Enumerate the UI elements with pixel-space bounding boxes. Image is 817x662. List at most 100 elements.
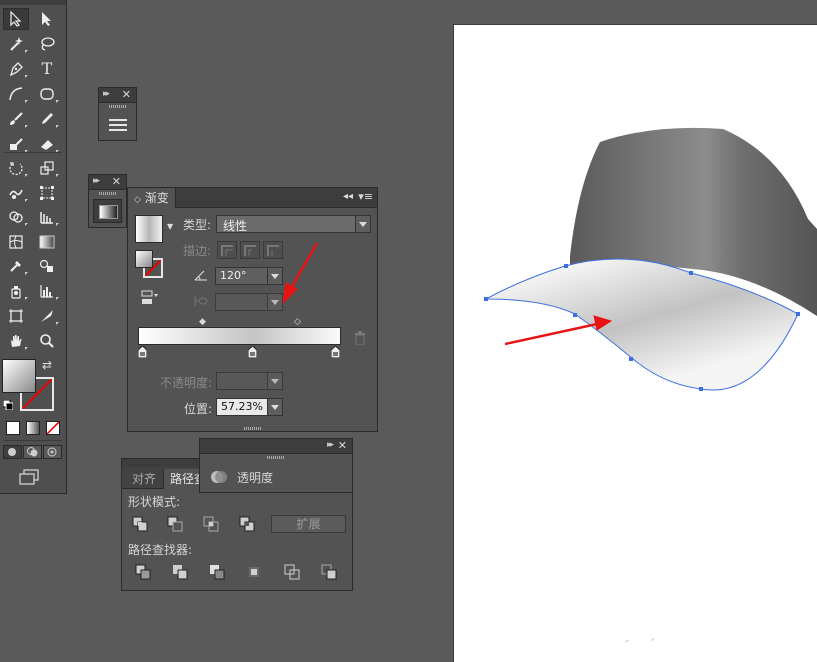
divide-icon[interactable] bbox=[135, 564, 151, 580]
swatch-dropdown-icon[interactable]: ▼ bbox=[167, 222, 173, 231]
color-mode-icon[interactable] bbox=[6, 421, 20, 435]
draw-normal-icon[interactable] bbox=[3, 445, 22, 459]
resize-grip-icon[interactable] bbox=[243, 427, 262, 430]
gradient-panel-icon[interactable] bbox=[93, 199, 122, 223]
none-mode-icon[interactable] bbox=[46, 421, 60, 435]
shape-builder-tool-icon[interactable] bbox=[3, 206, 29, 228]
midpoint-diamond-left[interactable]: ◆ bbox=[199, 317, 206, 327]
collapsed-panel: ▸▸ ✕ bbox=[98, 87, 137, 141]
transparency-icon[interactable] bbox=[210, 469, 228, 485]
free-transform-tool-icon[interactable] bbox=[34, 182, 60, 204]
expand-icon[interactable]: ▸▸ bbox=[93, 176, 100, 186]
close-icon[interactable]: ✕ bbox=[122, 88, 131, 101]
location-value: 57.23% bbox=[221, 400, 263, 413]
warp-tool-icon[interactable] bbox=[3, 182, 29, 204]
gradient-tool-icon[interactable] bbox=[34, 231, 60, 253]
fill-swatch-front[interactable] bbox=[2, 359, 36, 393]
gradient-panel: ◇ 渐变 ◂◂ ▾≡ ▼ 类型: 线性 描边: 120° ◆ ◇ 不透明度: 位… bbox=[127, 187, 378, 432]
pathfinders-label: 路径查找器: bbox=[128, 543, 193, 557]
menu-icon[interactable] bbox=[109, 118, 127, 132]
lasso-tool-icon[interactable] bbox=[34, 33, 60, 55]
outline-icon[interactable] bbox=[284, 564, 300, 580]
blend-tool-icon[interactable] bbox=[34, 255, 60, 277]
unite-icon[interactable] bbox=[132, 516, 148, 532]
reverse-gradient-icon[interactable] bbox=[141, 290, 159, 306]
artboard-tool-icon[interactable] bbox=[3, 305, 29, 327]
exclude-icon[interactable] bbox=[239, 516, 255, 532]
close-icon[interactable]: ✕ bbox=[338, 439, 347, 452]
hand-tool-icon[interactable] bbox=[3, 330, 29, 352]
angle-field[interactable]: 120° bbox=[215, 267, 283, 285]
merge-icon[interactable] bbox=[209, 564, 225, 580]
eyedropper-tool-icon[interactable] bbox=[3, 255, 29, 277]
gradient-mode-icon[interactable] bbox=[26, 421, 40, 435]
gradient-stop-2[interactable] bbox=[247, 345, 258, 359]
swap-fill-stroke-icon[interactable]: ⇄ bbox=[42, 358, 52, 372]
stroke-along-icon[interactable] bbox=[240, 241, 260, 259]
gradient-collapsed-panel: ▸▸ ✕ bbox=[88, 174, 127, 228]
pencil-tool-icon[interactable] bbox=[34, 108, 60, 130]
gradient-stops bbox=[137, 345, 341, 360]
scale-tool-icon[interactable] bbox=[34, 157, 60, 179]
slice-tool-icon[interactable] bbox=[34, 305, 60, 327]
transparency-panel: ▸▸ ✕ 透明度 bbox=[199, 438, 353, 493]
minus-front-icon[interactable] bbox=[167, 516, 183, 532]
type-tool-icon[interactable]: T bbox=[34, 58, 60, 80]
symbol-sprayer-tool-icon[interactable] bbox=[3, 280, 29, 302]
line-segment-tool-icon[interactable] bbox=[3, 83, 29, 105]
column-graph-tool-icon[interactable] bbox=[34, 280, 60, 302]
rotate-tool-icon[interactable] bbox=[3, 157, 29, 179]
intersect-icon[interactable] bbox=[203, 516, 219, 532]
perspective-grid-tool-icon[interactable] bbox=[34, 206, 60, 228]
crop-icon[interactable] bbox=[246, 564, 262, 580]
type-select[interactable]: 线性 bbox=[216, 215, 371, 233]
tab-align-label: 对齐 bbox=[132, 472, 157, 486]
gradient-preview-swatch[interactable] bbox=[135, 215, 163, 243]
gradient-stop-1[interactable] bbox=[137, 345, 148, 359]
tab-toggle-icon: ◇ bbox=[134, 195, 141, 205]
default-fill-stroke-icon[interactable] bbox=[2, 399, 14, 411]
tools-divider bbox=[4, 152, 62, 153]
midpoint-diamond-right[interactable]: ◇ bbox=[294, 317, 301, 327]
grip-icon[interactable] bbox=[108, 105, 127, 108]
draw-inside-icon[interactable] bbox=[43, 445, 62, 459]
tab-align[interactable]: 对齐 bbox=[126, 469, 162, 489]
collapse-icon[interactable]: ◂◂ bbox=[343, 191, 353, 202]
screen-mode-icon[interactable] bbox=[18, 469, 40, 485]
location-field[interactable]: 57.23% bbox=[216, 398, 283, 416]
gradient-stop-3[interactable] bbox=[330, 345, 341, 359]
pen-tool-icon[interactable] bbox=[3, 58, 29, 80]
minus-back-icon[interactable] bbox=[321, 564, 337, 580]
opacity-field[interactable] bbox=[216, 372, 283, 390]
draw-behind-icon[interactable] bbox=[23, 445, 42, 459]
stroke-within-icon[interactable] bbox=[217, 241, 237, 259]
magic-wand-tool-icon[interactable] bbox=[3, 33, 29, 55]
aspect-ratio-field[interactable] bbox=[215, 293, 283, 311]
shape-modes-label: 形状模式: bbox=[128, 495, 181, 509]
opacity-label: 不透明度: bbox=[160, 376, 213, 390]
fill-stroke-mini[interactable] bbox=[135, 250, 165, 280]
stroke-across-icon[interactable] bbox=[263, 241, 283, 259]
expand-icon[interactable]: ▸▸ bbox=[103, 89, 110, 99]
gradient-slider-bar[interactable] bbox=[138, 327, 341, 345]
artwork-canvas[interactable] bbox=[453, 24, 817, 661]
panel-menu-icon[interactable]: ▾≡ bbox=[358, 190, 373, 203]
close-icon[interactable]: ✕ bbox=[112, 175, 121, 188]
rounded-rectangle-tool-icon[interactable] bbox=[34, 83, 60, 105]
transparency-panel-bar: ▸▸ ✕ bbox=[200, 439, 352, 454]
direct-selection-tool-icon[interactable] bbox=[34, 8, 60, 30]
expand-icon[interactable]: ▸▸ bbox=[327, 440, 334, 450]
aspect-ratio-icon bbox=[194, 295, 208, 307]
tools-panel: T ⇄ bbox=[0, 0, 67, 494]
selection-tool-icon[interactable] bbox=[3, 8, 29, 30]
grip-icon[interactable] bbox=[267, 456, 285, 459]
trim-icon[interactable] bbox=[172, 564, 188, 580]
zoom-tool-icon[interactable] bbox=[34, 330, 60, 352]
expand-button[interactable]: 扩展 bbox=[271, 515, 346, 533]
paintbrush-tool-icon[interactable] bbox=[3, 108, 29, 130]
mesh-tool-icon[interactable] bbox=[3, 231, 29, 253]
grip-icon[interactable] bbox=[98, 192, 117, 195]
delete-stop-icon[interactable] bbox=[354, 331, 366, 346]
collapsed-panel-bar: ▸▸ ✕ bbox=[99, 88, 136, 103]
tab-gradient[interactable]: ◇ 渐变 bbox=[128, 188, 176, 208]
